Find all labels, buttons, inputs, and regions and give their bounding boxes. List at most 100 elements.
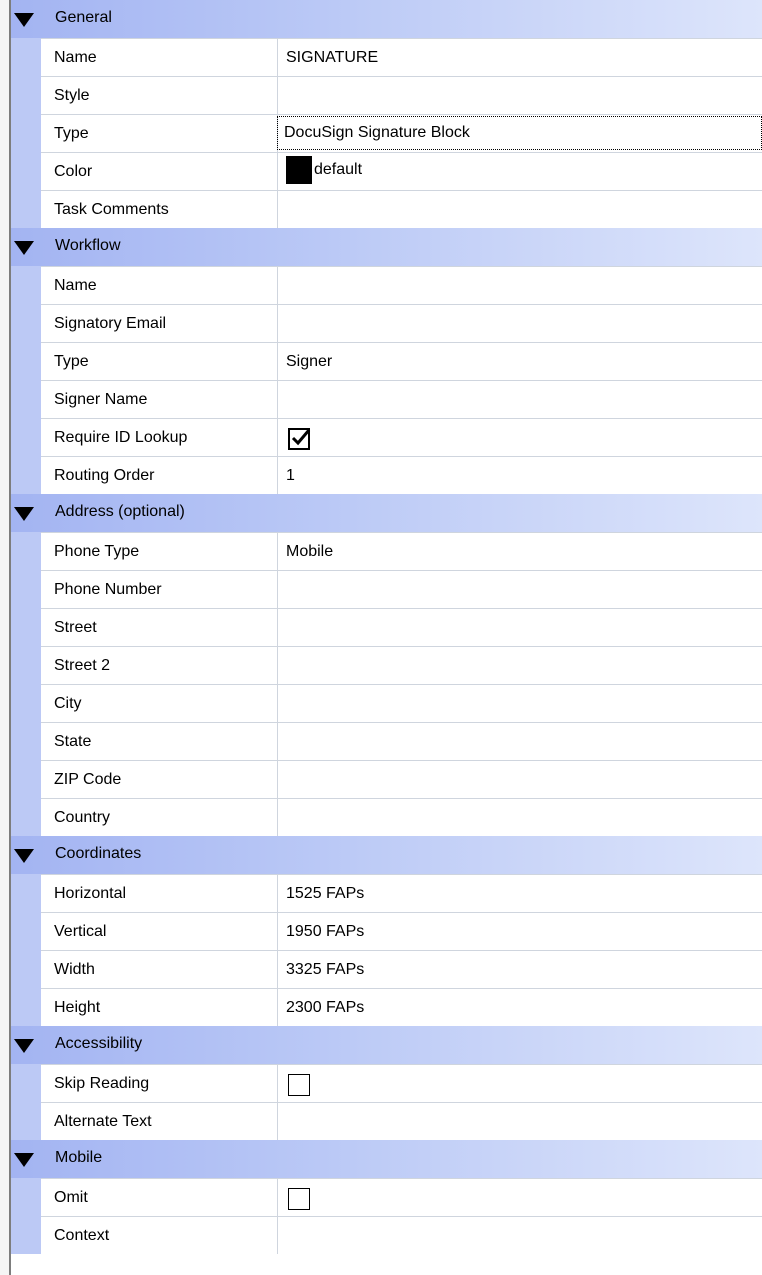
property-value[interactable] bbox=[279, 305, 762, 342]
expand-triangle-icon[interactable] bbox=[13, 1152, 35, 1168]
expand-triangle-icon[interactable] bbox=[13, 240, 35, 256]
property-value[interactable]: default bbox=[279, 153, 762, 190]
checkbox[interactable] bbox=[288, 1188, 310, 1210]
property-row-street[interactable]: Street bbox=[41, 608, 762, 646]
property-row-horizontal[interactable]: Horizontal 1525 FAPs bbox=[41, 874, 762, 912]
property-value[interactable]: 1950 FAPs bbox=[279, 913, 762, 950]
property-row-task-comments[interactable]: Task Comments bbox=[41, 190, 762, 228]
checkbox[interactable] bbox=[288, 1074, 310, 1096]
property-name[interactable]: Vertical bbox=[41, 913, 278, 950]
property-value[interactable] bbox=[279, 77, 762, 114]
property-value[interactable]: 1 bbox=[279, 457, 762, 494]
category-header-coordinates[interactable]: Coordinates bbox=[11, 836, 762, 874]
property-name[interactable]: ZIP Code bbox=[41, 761, 278, 798]
property-row-color[interactable]: Color default bbox=[41, 152, 762, 190]
property-name[interactable]: Phone Type bbox=[41, 533, 278, 570]
property-name[interactable]: Omit bbox=[41, 1179, 278, 1216]
property-name[interactable]: Width bbox=[41, 951, 278, 988]
category-header-mobile[interactable]: Mobile bbox=[11, 1140, 762, 1178]
category-header-general[interactable]: General bbox=[11, 0, 762, 38]
property-value[interactable]: 3325 FAPs bbox=[279, 951, 762, 988]
property-row-width[interactable]: Width 3325 FAPs bbox=[41, 950, 762, 988]
category-label: Coordinates bbox=[55, 845, 142, 862]
property-value[interactable]: Mobile bbox=[279, 533, 762, 570]
property-name[interactable]: Signatory Email bbox=[41, 305, 278, 342]
property-row-context[interactable]: Context bbox=[41, 1216, 762, 1254]
property-name[interactable]: Height bbox=[41, 989, 278, 1026]
property-row-omit[interactable]: Omit bbox=[41, 1178, 762, 1216]
property-value[interactable] bbox=[279, 1103, 762, 1140]
property-name[interactable]: Street bbox=[41, 609, 278, 646]
property-grid: General Name SIGNATURE Style Type DocuSign Si… bbox=[0, 0, 762, 1275]
category-label: Accessibility bbox=[55, 1035, 143, 1052]
property-name[interactable]: Type bbox=[41, 115, 278, 152]
property-value[interactable]: 2300 FAPs bbox=[279, 989, 762, 1026]
property-value[interactable] bbox=[279, 419, 762, 456]
property-row-alternate-text[interactable]: Alternate Text bbox=[41, 1102, 762, 1140]
property-row-city[interactable]: City bbox=[41, 684, 762, 722]
property-value[interactable] bbox=[279, 1179, 762, 1216]
property-row-type[interactable]: Type DocuSign Signature Block bbox=[41, 114, 762, 152]
category-header-workflow[interactable]: Workflow bbox=[11, 228, 762, 266]
property-row-state[interactable]: State bbox=[41, 722, 762, 760]
property-name[interactable]: Context bbox=[41, 1217, 278, 1254]
property-row-phone-number[interactable]: Phone Number bbox=[41, 570, 762, 608]
property-row-routing-order[interactable]: Routing Order 1 bbox=[41, 456, 762, 494]
property-row-name[interactable]: Name bbox=[41, 266, 762, 304]
property-row-style[interactable]: Style bbox=[41, 76, 762, 114]
expand-triangle-icon[interactable] bbox=[13, 1038, 35, 1054]
property-value[interactable] bbox=[279, 191, 762, 228]
property-value[interactable] bbox=[279, 1065, 762, 1102]
property-name[interactable]: Skip Reading bbox=[41, 1065, 278, 1102]
property-name[interactable]: Routing Order bbox=[41, 457, 278, 494]
property-row-vertical[interactable]: Vertical 1950 FAPs bbox=[41, 912, 762, 950]
checkbox[interactable] bbox=[288, 428, 311, 450]
property-row-require-id-lookup[interactable]: Require ID Lookup bbox=[41, 418, 762, 456]
expand-triangle-icon[interactable] bbox=[13, 12, 35, 28]
property-value[interactable] bbox=[279, 799, 762, 836]
property-value[interactable] bbox=[279, 761, 762, 798]
property-row-height[interactable]: Height 2300 FAPs bbox=[41, 988, 762, 1026]
property-value[interactable]: DocuSign Signature Block bbox=[277, 116, 762, 150]
property-row-signer-name[interactable]: Signer Name bbox=[41, 380, 762, 418]
property-value[interactable]: 1525 FAPs bbox=[279, 875, 762, 912]
property-value[interactable] bbox=[279, 723, 762, 760]
expand-triangle-icon[interactable] bbox=[13, 848, 35, 864]
property-row-name[interactable]: Name SIGNATURE bbox=[41, 38, 762, 76]
property-value[interactable] bbox=[279, 647, 762, 684]
category-header-address-optional[interactable]: Address (optional) bbox=[11, 494, 762, 532]
property-value[interactable] bbox=[279, 685, 762, 722]
property-value[interactable] bbox=[279, 609, 762, 646]
property-value[interactable] bbox=[279, 1217, 762, 1254]
property-value[interactable] bbox=[279, 381, 762, 418]
property-name[interactable]: Type bbox=[41, 343, 278, 380]
property-row-street-2[interactable]: Street 2 bbox=[41, 646, 762, 684]
property-row-signatory-email[interactable]: Signatory Email bbox=[41, 304, 762, 342]
property-name[interactable]: Name bbox=[41, 267, 278, 304]
property-name[interactable]: Color bbox=[41, 153, 278, 190]
property-name[interactable]: State bbox=[41, 723, 278, 760]
property-name[interactable]: Style bbox=[41, 77, 278, 114]
property-name[interactable]: Name bbox=[41, 39, 278, 76]
property-row-country[interactable]: Country bbox=[41, 798, 762, 836]
property-value[interactable]: SIGNATURE bbox=[279, 39, 762, 76]
property-name[interactable]: Alternate Text bbox=[41, 1103, 278, 1140]
property-name[interactable]: Require ID Lookup bbox=[41, 419, 278, 456]
property-value[interactable] bbox=[279, 267, 762, 304]
property-value[interactable]: Signer bbox=[279, 343, 762, 380]
category-label: Workflow bbox=[55, 237, 121, 254]
property-name[interactable]: Phone Number bbox=[41, 571, 278, 608]
property-row-skip-reading[interactable]: Skip Reading bbox=[41, 1064, 762, 1102]
property-row-zip-code[interactable]: ZIP Code bbox=[41, 760, 762, 798]
property-name[interactable]: Country bbox=[41, 799, 278, 836]
property-value[interactable] bbox=[279, 571, 762, 608]
property-name[interactable]: Horizontal bbox=[41, 875, 278, 912]
property-name[interactable]: Signer Name bbox=[41, 381, 278, 418]
property-row-phone-type[interactable]: Phone Type Mobile bbox=[41, 532, 762, 570]
expand-triangle-icon[interactable] bbox=[13, 506, 35, 522]
property-name[interactable]: City bbox=[41, 685, 278, 722]
property-name[interactable]: Task Comments bbox=[41, 191, 278, 228]
property-name[interactable]: Street 2 bbox=[41, 647, 278, 684]
property-row-type[interactable]: Type Signer bbox=[41, 342, 762, 380]
category-header-accessibility[interactable]: Accessibility bbox=[11, 1026, 762, 1064]
